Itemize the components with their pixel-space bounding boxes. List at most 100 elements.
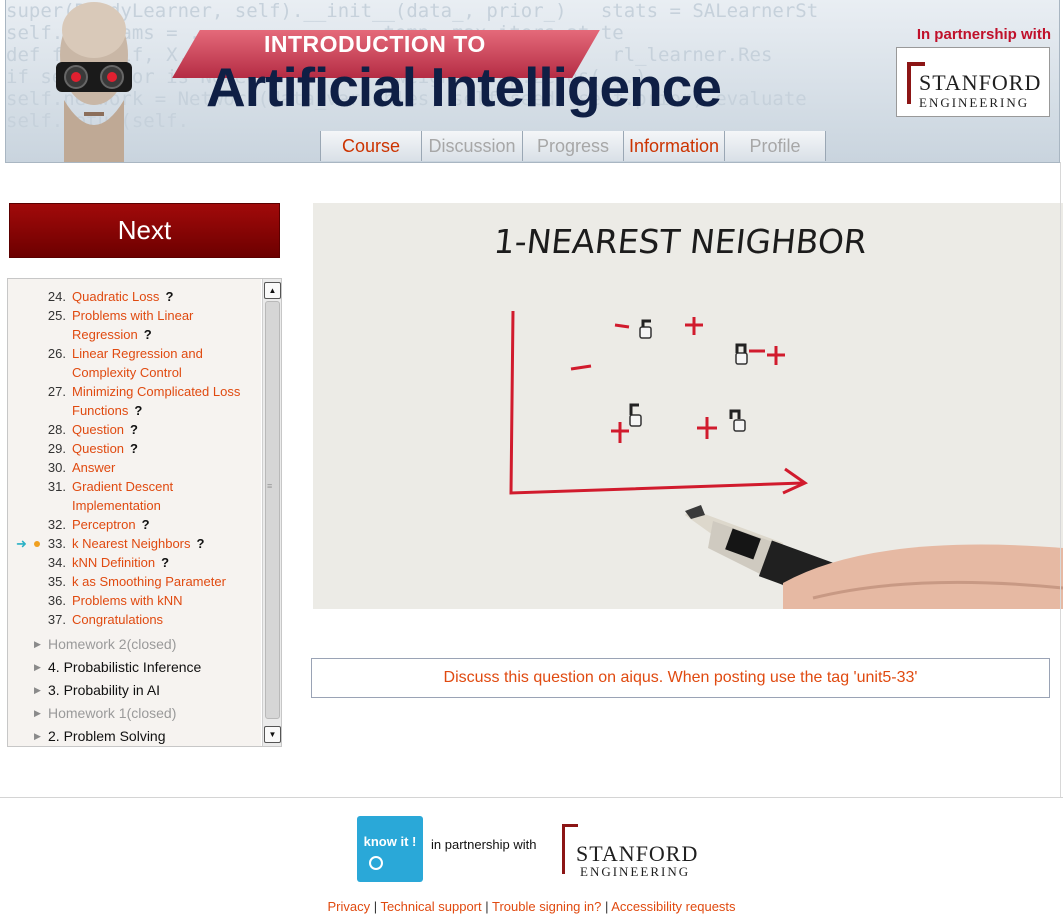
outline-item[interactable]: 28. Question? bbox=[8, 420, 261, 439]
quiz-question-icon: ? bbox=[165, 289, 174, 304]
course-outline: 24. Quadratic Loss? 25. Problems with Linea… bbox=[7, 278, 282, 747]
outline-item-number: 34. bbox=[47, 555, 66, 570]
tab-course[interactable]: Course bbox=[320, 131, 421, 161]
outline-item[interactable]: 29. Question? bbox=[8, 439, 261, 458]
tab-discussion[interactable]: Discussion bbox=[421, 131, 522, 161]
outline-item-number: 27. bbox=[47, 384, 66, 399]
outline-unit[interactable]: ▶ 3. Probability in AI bbox=[8, 679, 261, 702]
tab-information[interactable]: Information bbox=[623, 131, 724, 161]
quiz-question-icon: ? bbox=[143, 327, 152, 342]
outline-unit[interactable]: ▶ Homework 1(closed) bbox=[8, 702, 261, 725]
outline-item[interactable]: ➜ 33. k Nearest Neighbors? bbox=[8, 534, 261, 553]
outline-item[interactable]: 36. Problems with kNN bbox=[8, 591, 261, 610]
content-border bbox=[1060, 162, 1061, 798]
outline-item[interactable]: 26. Linear Regression and Complexity Contr… bbox=[8, 344, 261, 382]
quiz-question-icon: ? bbox=[130, 441, 138, 456]
outline-item-label[interactable]: Problems with kNN bbox=[72, 593, 183, 608]
outline-scrollbar[interactable]: ▲ ≡ ▼ bbox=[262, 279, 281, 746]
quiz-question-icon: ? bbox=[141, 517, 150, 532]
accessibility-requests-link[interactable]: Accessibility requests bbox=[611, 899, 735, 914]
outline-item[interactable]: 34. kNN Definition? bbox=[8, 553, 261, 572]
discuss-link[interactable]: Discuss this question on aiqus. When pos… bbox=[311, 658, 1050, 698]
outline-unit[interactable]: ▶ 2. Problem Solving bbox=[8, 725, 261, 746]
outline-item-label[interactable]: Quadratic Loss bbox=[72, 289, 159, 304]
outline-item-label[interactable]: Minimizing Complicated Loss bbox=[72, 384, 240, 399]
quiz-question-icon: ? bbox=[130, 422, 138, 437]
footer-divider bbox=[0, 797, 1063, 798]
site-header: super(ReadyLearner, self).__init__(data_… bbox=[5, 0, 1060, 163]
privacy-link[interactable]: Privacy bbox=[327, 899, 370, 914]
lecture-video[interactable]: 1-NEAREST NEIGHBOR bbox=[313, 203, 1063, 609]
technical-support-link[interactable]: Technical support bbox=[380, 899, 481, 914]
outline-item[interactable]: 30. Answer bbox=[8, 458, 261, 477]
video-heading: 1-NEAREST NEIGHBOR bbox=[492, 222, 869, 261]
outline-item[interactable]: 35. k as Smoothing Parameter bbox=[8, 572, 261, 591]
expand-triangle-icon[interactable]: ▶ bbox=[34, 679, 41, 702]
outline-item[interactable]: 24. Quadratic Loss? bbox=[8, 287, 261, 306]
outline-item-number: 36. bbox=[47, 593, 66, 608]
outline-item-number: 31. bbox=[47, 479, 66, 494]
outline-item-label[interactable]: Answer bbox=[72, 460, 115, 475]
footer-partner-text: in partnership with bbox=[431, 837, 537, 852]
outline-item-number: 25. bbox=[47, 308, 66, 323]
knowit-ring-icon bbox=[369, 856, 383, 870]
scroll-grip-icon: ≡ bbox=[267, 481, 273, 491]
robot-face-image bbox=[56, 2, 132, 162]
outline-item-label[interactable]: Question bbox=[72, 422, 124, 437]
outline-item[interactable]: 31. Gradient Descent Implementation bbox=[8, 477, 261, 515]
outline-item-label[interactable]: Gradient Descent bbox=[72, 479, 173, 494]
outline-item-label[interactable]: Implementation bbox=[72, 498, 161, 513]
scroll-thumb[interactable] bbox=[265, 301, 280, 719]
expand-triangle-icon[interactable]: ▶ bbox=[34, 702, 41, 725]
outline-item-label[interactable]: k as Smoothing Parameter bbox=[72, 574, 226, 589]
outline-item-label[interactable]: Functions bbox=[72, 403, 128, 418]
outline-item[interactable]: 32. Perceptron? bbox=[8, 515, 261, 534]
outline-item-label[interactable]: Regression bbox=[72, 327, 138, 342]
tab-profile[interactable]: Profile bbox=[724, 131, 826, 161]
outline-item-number: 30. bbox=[47, 460, 66, 475]
outline-item-label[interactable]: k Nearest Neighbors bbox=[72, 536, 191, 551]
outline-item[interactable]: 25. Problems with Linear Regression? bbox=[8, 306, 261, 344]
outline-item-number: 37. bbox=[47, 612, 66, 627]
outline-unit-label: 2. Problem Solving bbox=[48, 728, 166, 744]
outline-item-label[interactable]: kNN Definition bbox=[72, 555, 155, 570]
tab-progress[interactable]: Progress bbox=[522, 131, 623, 161]
next-button[interactable]: Next bbox=[9, 203, 280, 258]
knowit-logo[interactable]: know it ! bbox=[357, 816, 423, 882]
outline-item-number: 28. bbox=[47, 422, 66, 437]
footer-stanford-logo[interactable]: STANFORD ENGINEERING bbox=[560, 822, 710, 882]
outline-unit-label: 4. Probabilistic Inference bbox=[48, 659, 202, 675]
stanford-word: STANFORD bbox=[919, 70, 1042, 95]
outline-item-label[interactable]: Perceptron bbox=[72, 517, 136, 532]
expand-triangle-icon[interactable]: ▶ bbox=[34, 656, 41, 679]
outline-item-number: 35. bbox=[47, 574, 66, 589]
quiz-question-icon: ? bbox=[161, 555, 170, 570]
scroll-up-arrow-icon[interactable]: ▲ bbox=[264, 282, 281, 299]
stanford-logo: STANFORD ENGINEERING bbox=[896, 47, 1050, 117]
trouble-signing-in-link[interactable]: Trouble signing in? bbox=[492, 899, 601, 914]
outline-item-number: 26. bbox=[47, 346, 66, 361]
outline-item-number: 33. bbox=[47, 536, 66, 551]
whiteboard-drawing: 1-NEAREST NEIGHBOR bbox=[313, 203, 1063, 609]
outline-item-label[interactable]: Question bbox=[72, 441, 124, 456]
outline-unit[interactable]: ▶ Homework 2(closed) bbox=[8, 633, 261, 656]
engineering-word: ENGINEERING bbox=[919, 95, 1030, 110]
partner-text: In partnership with bbox=[916, 26, 1051, 43]
outline-item-number: 24. bbox=[47, 289, 66, 304]
intro-text: INTRODUCTION TO bbox=[264, 31, 486, 57]
knowit-text: know it ! bbox=[363, 834, 417, 849]
outline-item[interactable]: 27. Minimizing Complicated Loss Functions? bbox=[8, 382, 261, 420]
nav-tabs: Course Discussion Progress Information P… bbox=[320, 131, 826, 161]
code-line: super(ReadyLearner, self).__init__(data_… bbox=[6, 0, 819, 22]
outline-item-label[interactable]: Problems with Linear bbox=[72, 308, 193, 323]
expand-triangle-icon[interactable]: ▶ bbox=[34, 633, 41, 656]
outline-item-label[interactable]: Congratulations bbox=[72, 612, 163, 627]
outline-item-label[interactable]: Linear Regression and bbox=[72, 346, 203, 361]
expand-triangle-icon[interactable]: ▶ bbox=[34, 725, 41, 746]
footer-engineering-word: ENGINEERING bbox=[580, 864, 691, 879]
outline-unit[interactable]: ▶ 4. Probabilistic Inference bbox=[8, 656, 261, 679]
scroll-down-arrow-icon[interactable]: ▼ bbox=[264, 726, 281, 743]
outline-item-label[interactable]: Complexity Control bbox=[72, 365, 182, 380]
outline-item[interactable]: 37. Congratulations bbox=[8, 610, 261, 629]
quiz-question-icon: ? bbox=[196, 536, 205, 551]
